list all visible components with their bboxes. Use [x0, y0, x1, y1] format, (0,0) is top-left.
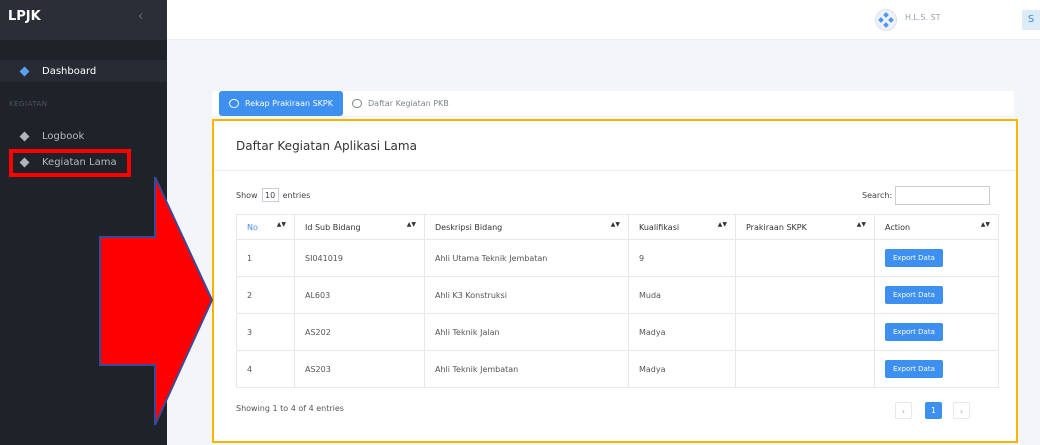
cell-no: 2 [236, 276, 295, 314]
tab-label: Daftar Kegiatan PKB [368, 99, 449, 108]
sidebar-item-dashboard[interactable]: Dashboard [0, 60, 167, 82]
export-data-button[interactable]: Export Data [885, 323, 943, 341]
table-info: Showing 1 to 4 of 4 entries [236, 404, 344, 413]
collapse-sidebar-icon[interactable]: ‹ [138, 9, 143, 24]
search-control: Search: [862, 186, 991, 205]
column-header-no[interactable]: No ▲▼ [236, 214, 295, 240]
cell-kualifikasi: Madya [628, 350, 736, 388]
tab-rekap-prakiraan-skpk[interactable]: Rekap Prakiraan SKPK [219, 91, 343, 116]
table-header-row: No ▲▼ Id Sub Bidang ▲▼ Deskripsi Bidang ▲▼ … [236, 214, 999, 240]
annotation-arrow [99, 176, 214, 426]
cell-prakiraan-skpk [735, 239, 875, 277]
cell-deskripsi-bidang: Ahli K3 Konstruksi [424, 276, 629, 314]
logo-dot [883, 12, 889, 18]
cell-id-sub-bidang: AL603 [294, 276, 425, 314]
sort-icon: ▲▼ [276, 221, 286, 228]
export-data-button[interactable]: Export Data [885, 286, 943, 304]
cell-action: Export Data [874, 276, 999, 314]
sort-icon: ▲▼ [406, 221, 416, 228]
entries-length-control: Show 10 entries [236, 188, 310, 202]
cell-prakiraan-skpk [735, 350, 875, 388]
sort-icon: ▲▼ [610, 221, 620, 228]
logo-dot [888, 17, 894, 23]
export-data-button[interactable]: Export Data [885, 360, 943, 378]
cell-kualifikasi: Madya [628, 313, 736, 351]
annotation-highlight-box [9, 149, 131, 177]
column-label: No [247, 222, 258, 232]
sidebar-item-logbook[interactable]: Logbook [0, 125, 167, 147]
cell-kualifikasi: 9 [628, 239, 736, 277]
export-data-button[interactable]: Export Data [885, 249, 943, 267]
pagination-page-button[interactable]: 1 [925, 402, 942, 419]
cell-id-sub-bidang: SI041019 [294, 239, 425, 277]
cell-deskripsi-bidang: Ahli Utama Teknik Jembatan [424, 239, 629, 277]
brand-logo[interactable]: LPJK [8, 9, 41, 24]
cell-kualifikasi: Muda [628, 276, 736, 314]
tab-bar: Rekap Prakiraan SKPK Daftar Kegiatan PKB [212, 91, 1014, 116]
pagination-prev-button[interactable]: ‹ [895, 402, 912, 419]
column-label: Kualifikasi [639, 222, 680, 232]
diamond-icon [19, 131, 30, 141]
cell-prakiraan-skpk [735, 276, 875, 314]
sort-icon: ▲▼ [717, 221, 727, 228]
column-header-kualifikasi[interactable]: Kualifikasi ▲▼ [628, 214, 736, 240]
logo-dot [883, 22, 889, 28]
cell-id-sub-bidang: AS202 [294, 313, 425, 351]
cell-deskripsi-bidang: Ahli Teknik Jembatan [424, 350, 629, 388]
divider [214, 170, 1016, 171]
cell-deskripsi-bidang: Ahli Teknik Jalan [424, 313, 629, 351]
column-label: Prakiraan SKPK [746, 222, 807, 232]
column-header-action[interactable]: Action ▲▼ [874, 214, 999, 240]
tab-label: Rekap Prakiraan SKPK [245, 99, 333, 108]
avatar[interactable]: S [1022, 10, 1040, 30]
column-header-deskripsi-bidang[interactable]: Deskripsi Bidang ▲▼ [424, 214, 629, 240]
pagination-next-button[interactable]: › [953, 402, 970, 419]
column-label: Deskripsi Bidang [435, 222, 503, 232]
table-row: 4 AS203 Ahli Teknik Jembatan Madya Expor… [236, 350, 999, 388]
search-input[interactable] [895, 186, 991, 205]
user-logo-icon[interactable] [875, 9, 897, 31]
tab-daftar-kegiatan-pkb[interactable]: Daftar Kegiatan PKB [352, 91, 449, 116]
cell-action: Export Data [874, 313, 999, 351]
column-label: Action [885, 222, 911, 232]
entries-label: entries [282, 190, 311, 200]
sidebar-header: LPJK ‹ [0, 0, 167, 40]
table-row: 1 SI041019 Ahli Utama Teknik Jembatan 9 … [236, 239, 999, 277]
chat-icon [352, 99, 362, 108]
cell-id-sub-bidang: AS203 [294, 350, 425, 388]
sidebar-item-label: Logbook [42, 130, 85, 142]
show-label: Show [236, 190, 258, 200]
table-row: 2 AL603 Ahli K3 Konstruksi Muda Export D… [236, 276, 999, 314]
data-table: No ▲▼ Id Sub Bidang ▲▼ Deskripsi Bidang ▲▼ … [236, 214, 999, 388]
page-title: Daftar Kegiatan Aplikasi Lama [236, 139, 417, 153]
cell-action: Export Data [874, 239, 999, 277]
cell-no: 3 [236, 313, 295, 351]
user-name[interactable]: H.L.S. ST [905, 13, 941, 22]
sort-icon: ▲▼ [856, 221, 866, 228]
main-card: Daftar Kegiatan Aplikasi Lama Show 10 en… [212, 119, 1018, 443]
column-header-prakiraan-skpk[interactable]: Prakiraan SKPK ▲▼ [735, 214, 875, 240]
cell-action: Export Data [874, 350, 999, 388]
table-row: 3 AS202 Ahli Teknik Jalan Madya Export D… [236, 313, 999, 351]
sort-icon: ▲▼ [980, 221, 990, 228]
cell-no: 4 [236, 350, 295, 388]
search-label: Search: [862, 191, 893, 200]
chat-icon [229, 99, 240, 108]
sidebar-section-label: KEGIATAN [9, 100, 48, 108]
entries-select[interactable]: 10 [261, 188, 279, 202]
column-header-id-sub-bidang[interactable]: Id Sub Bidang ▲▼ [294, 214, 425, 240]
sidebar-item-label: Dashboard [42, 65, 97, 77]
cell-prakiraan-skpk [735, 313, 875, 351]
cell-no: 1 [236, 239, 295, 277]
column-label: Id Sub Bidang [305, 222, 361, 232]
diamond-icon [19, 66, 30, 76]
logo-dot [878, 17, 884, 23]
